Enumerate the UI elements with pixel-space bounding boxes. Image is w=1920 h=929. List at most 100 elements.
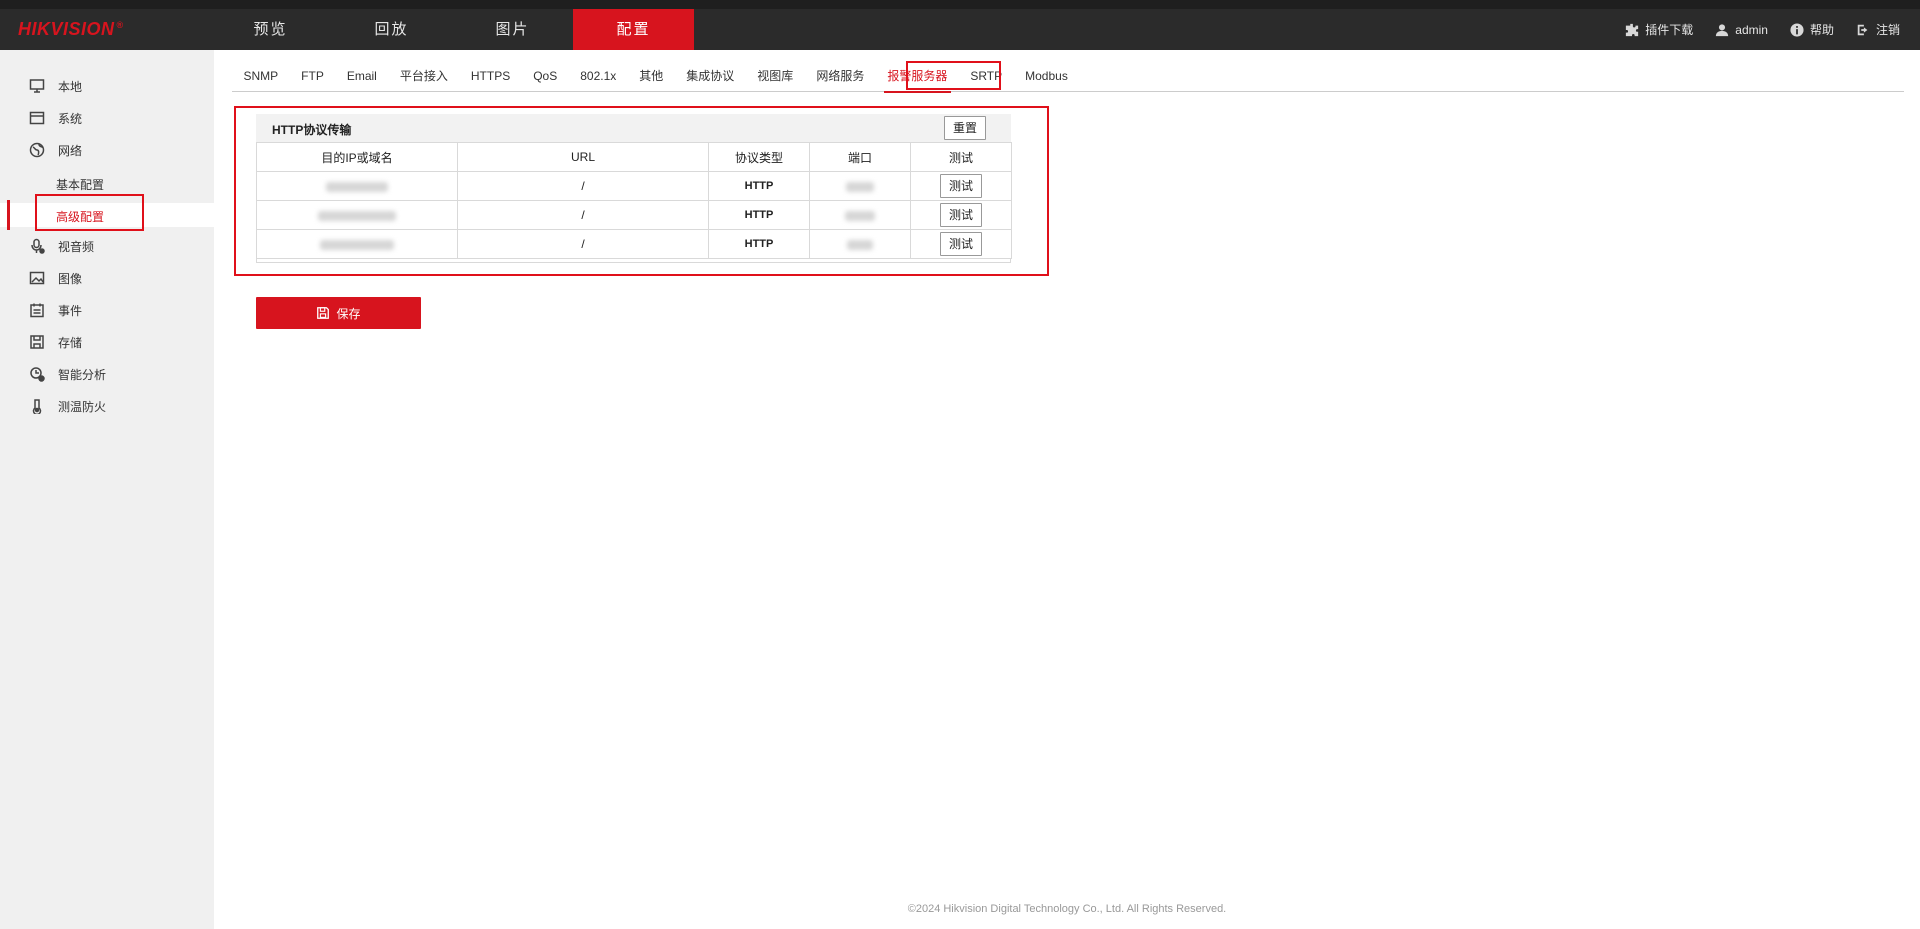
test-cell: 测试 [910, 171, 1012, 201]
sidebar-item-label: 智能分析 [58, 367, 107, 382]
monitor-icon [28, 77, 46, 95]
sidebar-item-label: 网络 [58, 143, 83, 158]
analysis-icon [28, 365, 46, 383]
sidebar-item-local[interactable]: 本地 [0, 75, 214, 97]
username-label: admin [1735, 22, 1768, 37]
sidebar-item-label: 视音频 [58, 239, 95, 254]
panel-title: HTTP协议传输 [272, 123, 352, 137]
nav-configuration[interactable]: 配置 [573, 9, 694, 50]
main-nav: 预览 回放 图片 配置 [210, 9, 694, 50]
tab-email[interactable]: Email [335, 60, 388, 92]
active-indicator [7, 200, 10, 230]
sidebar: 本地 系统 网络 基本配置 高级配置 视音频 图像 事件 存储 智能分析 测温防… [0, 50, 214, 929]
logout-label: 注销 [1875, 23, 1900, 37]
test-cell: 测试 [910, 229, 1012, 259]
info-icon [1790, 22, 1804, 37]
tab-platform-access[interactable]: 平台接入 [388, 60, 459, 92]
port-cell [809, 229, 911, 259]
http-transfer-panel: HTTP协议传输 重置 目的IP或域名 URL 协议类型 端口 测试 / HTT… [256, 114, 1012, 263]
table-row[interactable]: / HTTP 测试 [256, 229, 1012, 259]
sidebar-item-label: 存储 [58, 335, 83, 350]
sidebar-item-label: 测温防火 [58, 399, 107, 414]
redacted-text [318, 210, 396, 221]
sidebar-subitem-label: 基本配置 [56, 178, 105, 192]
test-button[interactable]: 测试 [940, 174, 982, 198]
tab-8021x[interactable]: 802.1x [569, 60, 628, 92]
table-header-row: 目的IP或域名 URL 协议类型 端口 测试 [256, 142, 1012, 172]
sub-tabs: SNMP FTP Email 平台接入 HTTPS QoS 802.1x 其他 … [232, 60, 1904, 93]
alarm-server-table: 目的IP或域名 URL 协议类型 端口 测试 / HTTP 测试 / HTTP … [256, 142, 1012, 259]
hikvision-logo[interactable]: HIKVISION ® [18, 19, 124, 40]
tab-integration-protocol[interactable]: 集成协议 [675, 60, 746, 92]
destination-cell [256, 229, 458, 259]
mic-icon [28, 237, 46, 255]
column-header-test: 测试 [910, 142, 1012, 172]
help-link[interactable]: 帮助 [1790, 21, 1834, 38]
image-icon [28, 269, 46, 287]
calendar-icon [28, 301, 46, 319]
url-cell: / [457, 171, 709, 201]
nav-picture[interactable]: 图片 [452, 9, 573, 50]
nav-preview[interactable]: 预览 [210, 9, 331, 50]
copyright-footer: ©2024 Hikvision Digital Technology Co., … [907, 903, 1227, 915]
sidebar-item-label: 图像 [58, 271, 83, 286]
nav-playback[interactable]: 回放 [331, 9, 452, 50]
sidebar-item-network[interactable]: 网络 [0, 139, 214, 161]
table-row[interactable]: / HTTP 测试 [256, 200, 1012, 230]
port-cell [809, 171, 911, 201]
redacted-text [320, 239, 394, 250]
column-header-url: URL [457, 142, 709, 172]
top-right-menu: 插件下载 admin 帮助 注销 [1625, 9, 1900, 50]
top-bar: HIKVISION ® 预览 回放 图片 配置 插件下载 admin 帮助 注销 [0, 0, 1920, 50]
plugin-download-link[interactable]: 插件下载 [1625, 21, 1693, 38]
sidebar-item-storage[interactable]: 存储 [0, 331, 214, 353]
save-label: 保存 [336, 306, 361, 321]
sidebar-item-label: 系统 [58, 111, 83, 126]
test-cell: 测试 [910, 200, 1012, 230]
sidebar-item-event[interactable]: 事件 [0, 299, 214, 321]
sidebar-item-system[interactable]: 系统 [0, 107, 214, 129]
highlight-box-tab [906, 61, 1001, 90]
tab-qos[interactable]: QoS [522, 60, 569, 92]
help-label: 帮助 [1809, 23, 1834, 37]
save-icon [317, 307, 330, 319]
puzzle-icon [1626, 23, 1639, 36]
protocol-cell: HTTP [708, 229, 810, 259]
storage-icon [28, 333, 46, 351]
sidebar-item-smart-analysis[interactable]: 智能分析 [0, 363, 214, 385]
sidebar-subitem-basic-config[interactable]: 基本配置 [0, 171, 214, 195]
redacted-text [847, 239, 873, 250]
destination-cell [256, 200, 458, 230]
tab-snmp[interactable]: SNMP [232, 60, 290, 92]
tab-ftp[interactable]: FTP [290, 60, 336, 92]
reset-button[interactable]: 重置 [944, 116, 986, 140]
table-footer [256, 259, 1011, 263]
logout-link[interactable]: 注销 [1856, 21, 1900, 38]
tab-view-library[interactable]: 视图库 [746, 60, 805, 92]
sidebar-item-video-audio[interactable]: 视音频 [0, 235, 214, 257]
tab-https[interactable]: HTTPS [459, 60, 521, 92]
save-button[interactable]: 保存 [256, 297, 421, 329]
sidebar-item-image[interactable]: 图像 [0, 267, 214, 289]
system-icon [28, 109, 46, 127]
redacted-text [326, 181, 388, 192]
test-button[interactable]: 测试 [940, 203, 982, 227]
sidebar-item-temperature-fire[interactable]: 测温防火 [0, 395, 214, 417]
redacted-text [845, 210, 875, 221]
temperature-icon [28, 397, 46, 415]
url-cell: / [457, 200, 709, 230]
user-menu[interactable]: admin [1715, 23, 1768, 37]
tab-modbus[interactable]: Modbus [1014, 60, 1080, 92]
panel-header: HTTP协议传输 重置 [256, 114, 1011, 142]
port-cell [809, 200, 911, 230]
column-header-protocol: 协议类型 [708, 142, 810, 172]
tab-network-service[interactable]: 网络服务 [805, 60, 876, 92]
protocol-cell: HTTP [708, 200, 810, 230]
logout-icon [1857, 24, 1868, 35]
table-row[interactable]: / HTTP 测试 [256, 171, 1012, 201]
column-header-destination: 目的IP或域名 [256, 142, 458, 172]
globe-icon [28, 141, 46, 159]
destination-cell [256, 171, 458, 201]
test-button[interactable]: 测试 [940, 232, 982, 256]
tab-other[interactable]: 其他 [628, 60, 675, 92]
